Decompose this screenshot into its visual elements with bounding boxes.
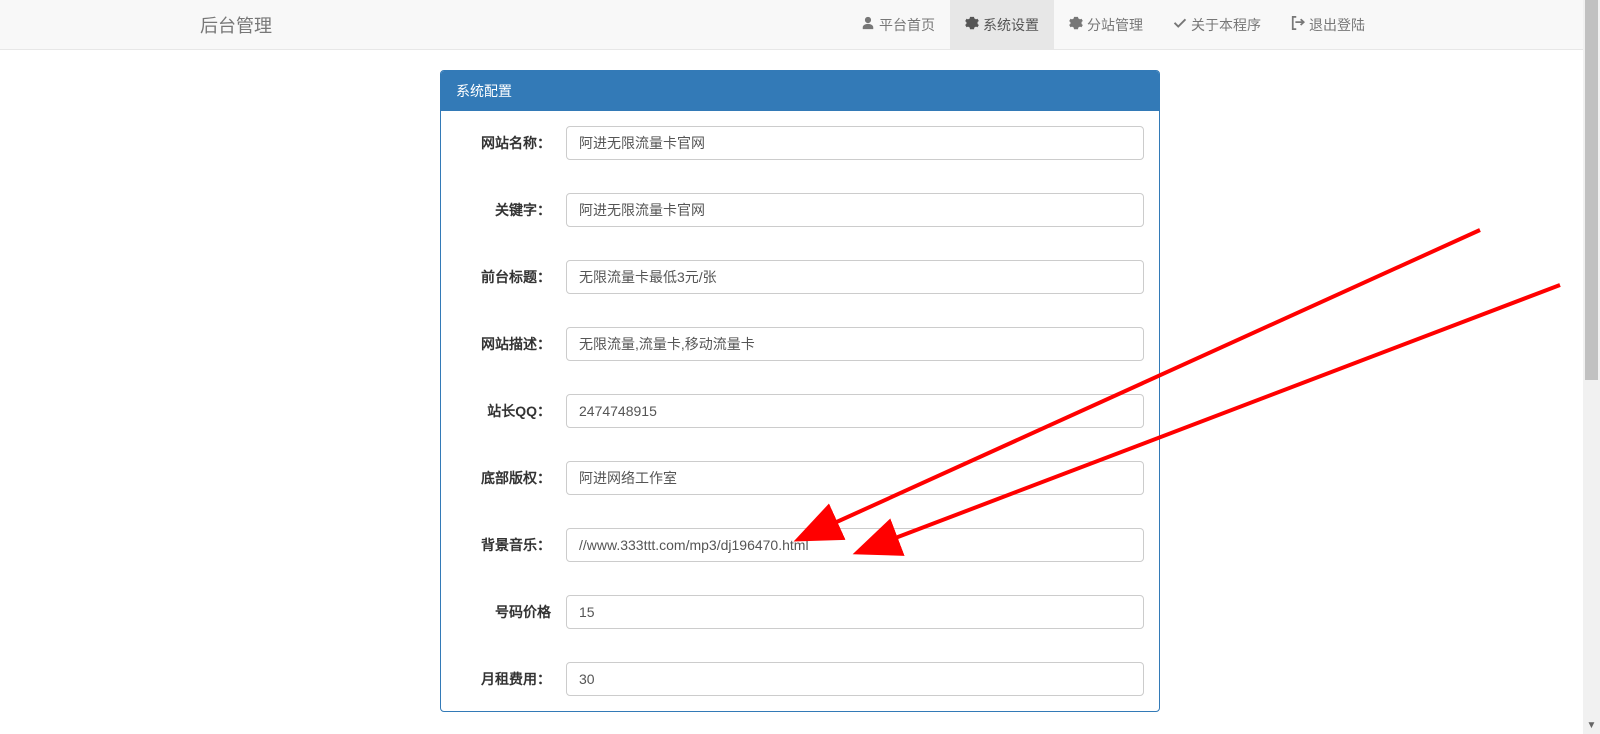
input-front-title[interactable]: [566, 260, 1144, 294]
label-bg-music: 背景音乐：: [456, 535, 566, 555]
scrollbar-thumb[interactable]: [1585, 0, 1598, 380]
brand-title: 后台管理: [20, 12, 272, 38]
gear-icon: [965, 16, 979, 33]
row-description: 网站描述：: [456, 327, 1144, 361]
input-description[interactable]: [566, 327, 1144, 361]
check-icon: [1173, 16, 1187, 33]
config-panel: 系统配置 网站名称： 关键字： 前台标题： 网站描述： 站长QQ：: [440, 70, 1160, 712]
input-keywords[interactable]: [566, 193, 1144, 227]
label-number-price: 号码价格: [456, 602, 566, 622]
row-bg-music: 背景音乐：: [456, 528, 1144, 562]
input-monthly-fee[interactable]: [566, 662, 1144, 696]
label-qq: 站长QQ：: [456, 401, 566, 421]
nav-home[interactable]: 平台首页: [846, 0, 950, 49]
row-qq: 站长QQ：: [456, 394, 1144, 428]
input-site-name[interactable]: [566, 126, 1144, 160]
nav-about-label: 关于本程序: [1191, 15, 1261, 35]
nav-branch-label: 分站管理: [1087, 15, 1143, 35]
nav-settings-label: 系统设置: [983, 15, 1039, 35]
panel-body: 网站名称： 关键字： 前台标题： 网站描述： 站长QQ： 底部版权：: [441, 111, 1159, 711]
nav-menu: 平台首页 系统设置 分站管理 关于本程序 退出登陆: [846, 0, 1580, 49]
row-copyright: 底部版权：: [456, 461, 1144, 495]
label-keywords: 关键字：: [456, 200, 566, 220]
label-copyright: 底部版权：: [456, 468, 566, 488]
row-keywords: 关键字：: [456, 193, 1144, 227]
input-number-price[interactable]: [566, 595, 1144, 629]
input-copyright[interactable]: [566, 461, 1144, 495]
label-description: 网站描述：: [456, 334, 566, 354]
nav-logout[interactable]: 退出登陆: [1276, 0, 1380, 49]
nav-branch[interactable]: 分站管理: [1054, 0, 1158, 49]
label-front-title: 前台标题：: [456, 267, 566, 287]
logout-icon: [1291, 16, 1305, 33]
label-monthly-fee: 月租费用：: [456, 669, 566, 689]
row-monthly-fee: 月租费用：: [456, 662, 1144, 696]
content-area: 系统配置 网站名称： 关键字： 前台标题： 网站描述： 站长QQ：: [0, 50, 1600, 712]
top-navbar: 后台管理 平台首页 系统设置 分站管理 关于本程序: [0, 0, 1600, 50]
panel-title: 系统配置: [441, 71, 1159, 111]
row-number-price: 号码价格: [456, 595, 1144, 629]
input-qq[interactable]: [566, 394, 1144, 428]
scrollbar-vertical[interactable]: ▲ ▼: [1583, 0, 1600, 734]
nav-about[interactable]: 关于本程序: [1158, 0, 1276, 49]
gear-icon: [1069, 16, 1083, 33]
label-site-name: 网站名称：: [456, 133, 566, 153]
user-icon: [861, 16, 875, 33]
nav-logout-label: 退出登陆: [1309, 15, 1365, 35]
input-bg-music[interactable]: [566, 528, 1144, 562]
nav-home-label: 平台首页: [879, 15, 935, 35]
row-front-title: 前台标题：: [456, 260, 1144, 294]
scroll-down-icon[interactable]: ▼: [1583, 717, 1600, 734]
nav-settings[interactable]: 系统设置: [950, 0, 1054, 49]
row-site-name: 网站名称：: [456, 126, 1144, 160]
